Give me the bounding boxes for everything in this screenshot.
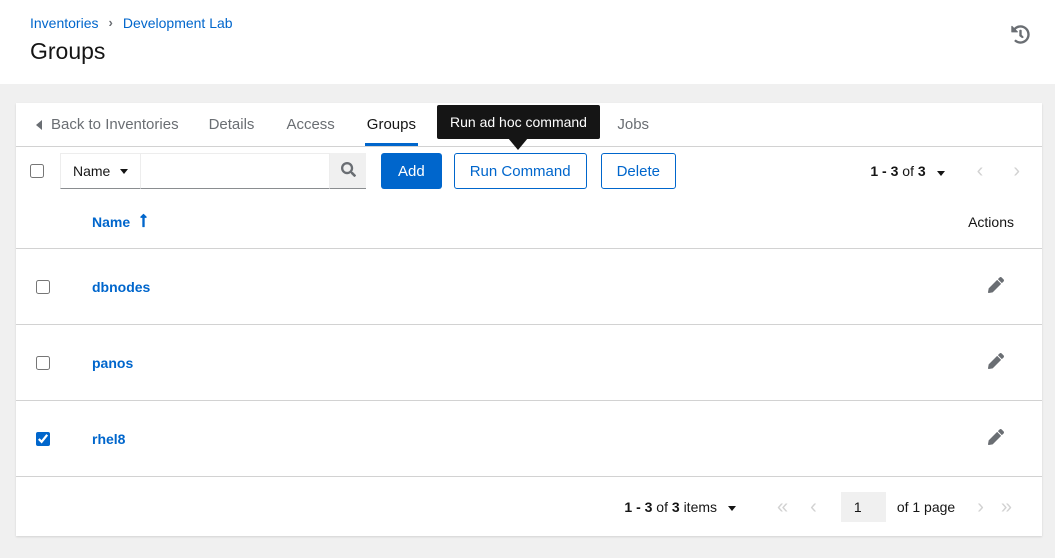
- actions-column-header: Actions: [968, 213, 1014, 230]
- tooltip-caret: [508, 138, 529, 150]
- back-link-label: Back to Inventories: [51, 116, 179, 133]
- toolbar: Name Add Run Command Delete 1 - 3 of 3 ‹…: [16, 147, 1042, 195]
- tab-access[interactable]: Access: [284, 103, 336, 146]
- group-table-body: dbnodes panos rhel8: [16, 249, 1042, 477]
- breadcrumb-link-development-lab[interactable]: Development Lab: [123, 15, 233, 31]
- bottom-pagination: 1 - 3 of 3 items « ‹ of 1 page › »: [16, 477, 1042, 536]
- chevron-down-icon: [120, 168, 128, 174]
- top-pagination-range: 1 - 3 of 3: [870, 163, 926, 179]
- edit-group-button[interactable]: [984, 273, 1008, 300]
- search-icon: [340, 161, 356, 180]
- tab-details[interactable]: Details: [207, 103, 257, 146]
- first-page-button[interactable]: «: [777, 497, 788, 517]
- breadcrumb-link-inventories[interactable]: Inventories: [30, 15, 98, 31]
- filter-key-label: Name: [73, 163, 111, 179]
- breadcrumb: Inventories › Development Lab: [30, 14, 1055, 32]
- tab-label: Groups: [366, 116, 416, 133]
- next-page-button[interactable]: ›: [977, 497, 984, 517]
- run-command-button[interactable]: Run Command: [453, 153, 587, 189]
- table-row: panos: [16, 325, 1042, 401]
- bottom-pagination-range: 1 - 3 of 3 items: [624, 498, 718, 515]
- delete-button[interactable]: Delete: [600, 153, 676, 189]
- edit-group-button[interactable]: [984, 425, 1008, 452]
- prev-page-button[interactable]: ‹: [977, 161, 984, 181]
- edit-group-button[interactable]: [984, 349, 1008, 376]
- search-button[interactable]: [330, 153, 366, 189]
- add-button[interactable]: Add: [381, 153, 442, 189]
- next-page-button[interactable]: ›: [1013, 161, 1020, 181]
- last-page-button[interactable]: »: [1001, 497, 1012, 517]
- caret-down-icon: [936, 170, 945, 176]
- name-column-label: Name: [92, 213, 131, 230]
- tab-label: Access: [286, 116, 335, 133]
- tooltip-text: Run ad hoc command: [450, 114, 587, 130]
- current-page-input[interactable]: [840, 491, 886, 522]
- pencil-icon: [988, 277, 1004, 296]
- prev-page-button[interactable]: ‹: [810, 497, 817, 517]
- table-row: dbnodes: [16, 249, 1042, 325]
- pencil-icon: [988, 429, 1004, 448]
- caret-down-icon: [728, 506, 737, 511]
- row-checkbox[interactable]: [36, 355, 50, 370]
- row-checkbox[interactable]: [36, 279, 50, 294]
- run-ad-hoc-command-tooltip: Run ad hoc command: [437, 105, 600, 150]
- page-title: Groups: [30, 38, 106, 64]
- per-page-dropdown-toggle[interactable]: [935, 162, 947, 181]
- table-row: rhel8: [16, 401, 1042, 477]
- items-per-page-dropdown-toggle[interactable]: [726, 497, 738, 516]
- tab-label: Details: [208, 116, 255, 133]
- pencil-icon: [988, 353, 1004, 372]
- groups-panel: Back to Inventories Details Access Group…: [16, 103, 1042, 536]
- sort-ascending-icon: [139, 213, 148, 231]
- back-to-inventories-link[interactable]: Back to Inventories: [36, 103, 179, 146]
- top-pagination: 1 - 3 of 3 ‹ ›: [870, 161, 1020, 181]
- page-header: Inventories › Development Lab Groups: [0, 0, 1055, 84]
- select-all-checkbox[interactable]: [30, 164, 44, 178]
- group-name-link[interactable]: rhel8: [92, 431, 125, 447]
- row-checkbox[interactable]: [36, 431, 50, 446]
- group-name-link[interactable]: panos: [92, 355, 133, 371]
- name-column-header[interactable]: Name: [92, 213, 148, 231]
- page-count-label: of 1 page: [896, 498, 956, 515]
- table-header-row: Name Actions: [16, 195, 1042, 249]
- caret-left-icon: [36, 119, 42, 130]
- tab-groups[interactable]: Groups: [364, 103, 418, 146]
- history-button[interactable]: [1008, 24, 1032, 48]
- tab-jobs[interactable]: Jobs: [615, 103, 651, 146]
- breadcrumb-separator-icon: ›: [108, 14, 113, 30]
- tab-label: Jobs: [617, 116, 650, 133]
- search-group: [141, 153, 366, 189]
- search-input[interactable]: [141, 153, 330, 189]
- history-icon: [1010, 25, 1030, 47]
- group-name-link[interactable]: dbnodes: [92, 279, 150, 295]
- filter-key-dropdown[interactable]: Name: [60, 153, 141, 189]
